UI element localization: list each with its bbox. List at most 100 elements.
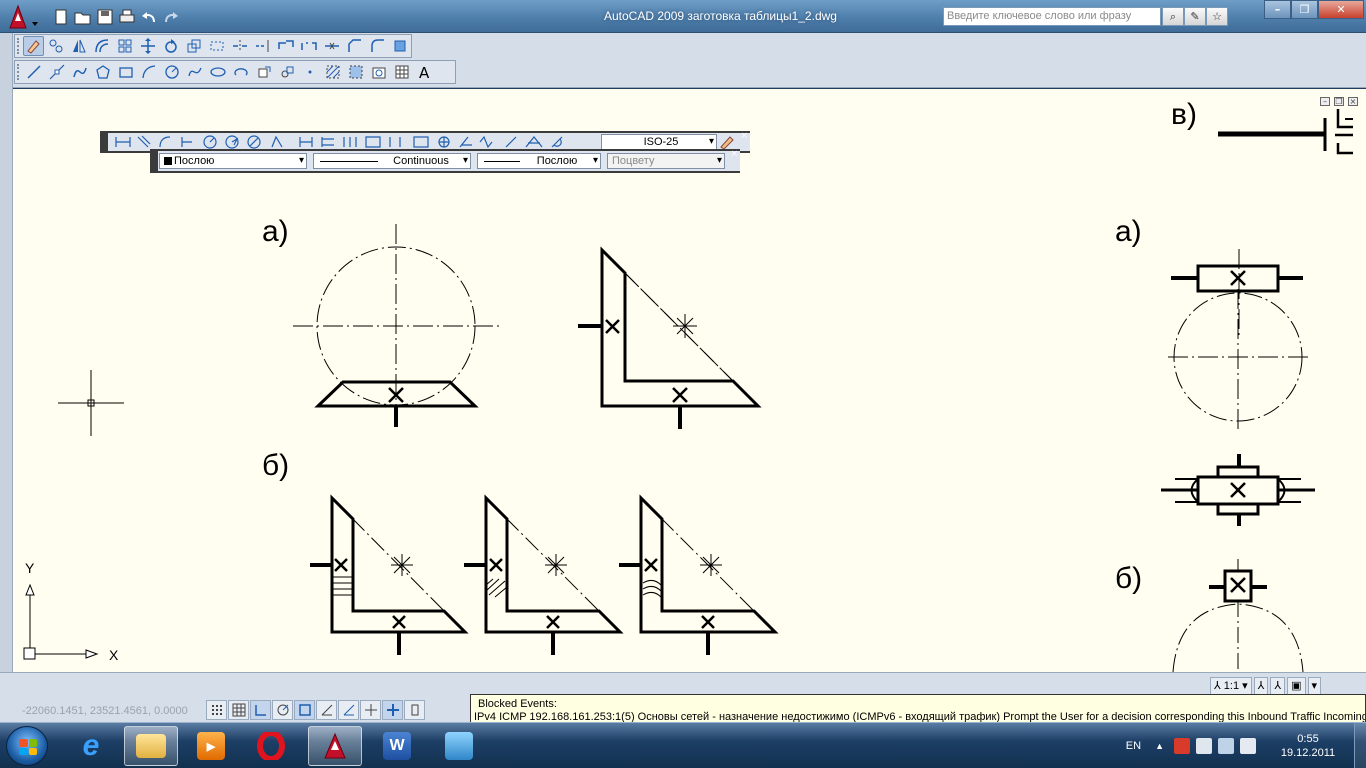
volume-icon[interactable]: [1240, 738, 1256, 754]
minimize-button[interactable]: –: [1264, 0, 1291, 19]
grid-display-icon[interactable]: [228, 700, 249, 720]
region-icon[interactable]: [368, 62, 389, 82]
insert-block-icon[interactable]: [253, 62, 274, 82]
label-v-right: в): [1171, 98, 1197, 131]
hatch-icon[interactable]: [322, 62, 343, 82]
quick-properties-icon[interactable]: [404, 700, 425, 720]
polygon-icon[interactable]: [92, 62, 113, 82]
open-icon[interactable]: [74, 9, 92, 25]
action-center-icon[interactable]: [1196, 738, 1212, 754]
language-indicator[interactable]: EN: [1126, 740, 1141, 752]
internet-explorer-icon[interactable]: e: [64, 726, 118, 766]
ortho-mode-icon[interactable]: [250, 700, 271, 720]
clock[interactable]: 0:55 19.12.2011: [1262, 732, 1354, 760]
circle-icon[interactable]: [161, 62, 182, 82]
auto-scale-icon[interactable]: ⅄: [1270, 677, 1286, 695]
security-alert-icon[interactable]: [1174, 738, 1190, 754]
break-at-point-icon[interactable]: [275, 36, 296, 56]
print-icon[interactable]: [118, 9, 136, 25]
viewport-restore-icon[interactable]: ❐: [1334, 97, 1344, 106]
search-icon[interactable]: ⌕: [1162, 7, 1184, 26]
spline-icon[interactable]: [184, 62, 205, 82]
break-icon[interactable]: [298, 36, 319, 56]
viewport-minimize-icon[interactable]: –: [1320, 97, 1330, 106]
color-select[interactable]: Послою: [159, 153, 307, 169]
snap-mode-icon[interactable]: [206, 700, 227, 720]
polar-tracking-icon[interactable]: [272, 700, 293, 720]
close-button[interactable]: ✕: [1318, 0, 1364, 19]
annotation-scale-select[interactable]: ⅄ 1:1 ▾: [1210, 677, 1252, 695]
word-icon[interactable]: W: [370, 726, 424, 766]
ellipse-arc-icon[interactable]: [230, 62, 251, 82]
polyline-icon[interactable]: [69, 62, 90, 82]
help-search-input[interactable]: Введите ключевое слово или фразу: [943, 7, 1161, 26]
gradient-icon[interactable]: [345, 62, 366, 82]
save-icon[interactable]: [96, 9, 114, 25]
dynamic-input-icon[interactable]: [360, 700, 381, 720]
offset-icon[interactable]: [92, 36, 113, 56]
favorites-star-icon[interactable]: ☆: [1206, 7, 1228, 26]
folder-icon[interactable]: [124, 726, 178, 766]
tray-settings-icon[interactable]: ▣: [1287, 677, 1306, 695]
properties-toolbar-close-icon[interactable]: ×: [730, 149, 738, 159]
lineweight-toggle-icon[interactable]: [382, 700, 403, 720]
app-menu-button[interactable]: [4, 4, 42, 30]
chamfer-icon[interactable]: [344, 36, 365, 56]
erase-icon[interactable]: [23, 36, 44, 56]
label-b-left: б): [262, 449, 289, 482]
redo-icon[interactable]: [162, 9, 180, 25]
copy-icon[interactable]: [46, 36, 67, 56]
linetype-select[interactable]: Continuous: [313, 153, 471, 169]
new-icon[interactable]: [52, 9, 70, 25]
line-icon[interactable]: [23, 62, 44, 82]
viewport-close-icon[interactable]: ×: [1348, 97, 1358, 106]
media-player-icon[interactable]: ▶: [184, 726, 238, 766]
dimension-toolbar-close-icon[interactable]: ×: [740, 131, 748, 141]
system-tray: EN ▲ 0:55 19.12.2011: [1126, 723, 1366, 768]
scale-icon[interactable]: [184, 36, 205, 56]
mirror-icon[interactable]: [69, 36, 90, 56]
communication-center-icon[interactable]: ✎: [1184, 7, 1206, 26]
ellipse-icon[interactable]: [207, 62, 228, 82]
rotate-icon[interactable]: [161, 36, 182, 56]
opera-icon[interactable]: [244, 726, 298, 766]
extend-icon[interactable]: [252, 36, 273, 56]
lineweight-select[interactable]: Послою: [477, 153, 601, 169]
stretch-icon[interactable]: [207, 36, 228, 56]
show-hidden-icons-icon[interactable]: ▲: [1155, 741, 1164, 751]
dimension-style-edit-icon[interactable]: [718, 134, 736, 150]
undo-icon[interactable]: [140, 9, 158, 25]
status-menu-icon[interactable]: ▾: [1307, 677, 1322, 695]
annotation-visibility-icon[interactable]: ⅄: [1253, 677, 1269, 695]
arc-icon[interactable]: [138, 62, 159, 82]
multiline-text-icon[interactable]: A: [414, 62, 435, 82]
left-dock-strip: [0, 33, 13, 693]
dynamic-ucs-icon[interactable]: [338, 700, 359, 720]
maximize-button[interactable]: ❐: [1291, 0, 1318, 19]
trim-icon[interactable]: [229, 36, 250, 56]
object-snap-icon[interactable]: [294, 700, 315, 720]
label-a-right: а): [1115, 215, 1142, 248]
point-icon[interactable]: [299, 62, 320, 82]
control-panel-icon[interactable]: [432, 726, 486, 766]
drawing-canvas[interactable]: а) б) а) б) в) Y X – ❐ ×: [13, 89, 1366, 672]
show-desktop-button[interactable]: [1354, 723, 1366, 768]
move-icon[interactable]: [138, 36, 159, 56]
fillet-icon[interactable]: [367, 36, 388, 56]
explode-icon[interactable]: [390, 36, 411, 56]
blocked-events-notification[interactable]: Blocked Events: IPv4 ICMP 192.168.161.25…: [470, 694, 1366, 724]
make-block-icon[interactable]: [276, 62, 297, 82]
network-icon[interactable]: [1218, 738, 1234, 754]
join-icon[interactable]: [321, 36, 342, 56]
autocad-icon[interactable]: [308, 726, 362, 766]
object-snap-tracking-icon[interactable]: [316, 700, 337, 720]
rectangle-icon[interactable]: [115, 62, 136, 82]
array-icon[interactable]: [115, 36, 136, 56]
dimension-style-select[interactable]: ISO-25: [601, 134, 717, 150]
notification-title: Blocked Events:: [478, 698, 557, 710]
linetype-select-label: Continuous: [393, 155, 449, 167]
table-icon[interactable]: [391, 62, 412, 82]
start-button[interactable]: [6, 726, 48, 766]
cursor-coordinates[interactable]: -22060.1451, 23521.4561, 0.0000: [22, 705, 188, 717]
construction-line-icon[interactable]: [46, 62, 67, 82]
